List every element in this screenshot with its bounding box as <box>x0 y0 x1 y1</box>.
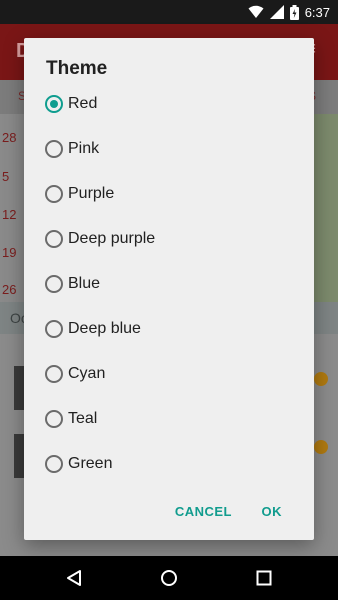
navigation-bar <box>0 556 338 600</box>
theme-option-label: Deep purple <box>68 229 156 247</box>
nav-home-icon[interactable] <box>159 568 179 588</box>
theme-option-label: Pink <box>68 139 100 157</box>
ok-button[interactable]: OK <box>254 494 291 530</box>
background-date: 28 <box>2 130 17 145</box>
wifi-icon <box>248 5 264 18</box>
cancel-button[interactable]: CANCEL <box>167 494 240 530</box>
background-date: 12 <box>2 207 17 222</box>
status-bar: 6:37 <box>0 0 338 24</box>
theme-option-cyan[interactable]: Cyan <box>24 351 314 396</box>
radio-unchecked-icon[interactable] <box>45 319 63 338</box>
theme-option-pink[interactable]: Pink <box>24 126 314 171</box>
radio-unchecked-icon[interactable] <box>45 364 63 383</box>
dialog-actions: CANCEL OK <box>24 494 314 530</box>
theme-option-deep-blue[interactable]: Deep blue <box>24 306 314 351</box>
theme-option-purple[interactable]: Purple <box>24 171 314 216</box>
signal-icon <box>269 5 284 19</box>
status-time: 6:37 <box>304 4 330 20</box>
theme-option-label: Purple <box>68 184 115 202</box>
radio-checked-icon[interactable] <box>45 94 63 113</box>
dialog-title: Theme <box>46 58 108 79</box>
theme-option-label: Cyan <box>68 364 106 382</box>
theme-option-blue[interactable]: Blue <box>24 261 314 306</box>
theme-options-list: Red Pink Purple Deep purple Blue Deep blue Cya… <box>24 81 314 486</box>
theme-option-red[interactable]: Red <box>24 81 314 126</box>
theme-option-green[interactable]: Green <box>24 441 314 486</box>
radio-unchecked-icon[interactable] <box>45 184 63 203</box>
radio-dot <box>50 99 58 108</box>
nav-recents-icon[interactable] <box>254 568 274 588</box>
background-date: 26 <box>2 282 17 297</box>
radio-unchecked-icon[interactable] <box>45 454 63 473</box>
theme-option-label: Teal <box>68 409 98 427</box>
nav-back-icon[interactable] <box>64 568 84 588</box>
background-date: 19 <box>2 245 17 260</box>
background-date: 5 <box>2 169 10 184</box>
theme-option-label: Red <box>68 94 98 112</box>
radio-unchecked-icon[interactable] <box>45 409 63 428</box>
radio-unchecked-icon[interactable] <box>45 139 63 158</box>
theme-option-teal[interactable]: Teal <box>24 396 314 441</box>
radio-unchecked-icon[interactable] <box>45 229 63 248</box>
theme-option-label: Green <box>68 454 113 472</box>
theme-dialog: Theme Red Pink Purple Deep purple Blue Deep b… <box>24 38 314 540</box>
theme-option-deep-purple[interactable]: Deep purple <box>24 216 314 261</box>
radio-unchecked-icon[interactable] <box>45 274 63 293</box>
theme-option-label: Deep blue <box>68 319 141 337</box>
theme-option-label: Blue <box>68 274 101 292</box>
battery-icon <box>289 4 299 20</box>
